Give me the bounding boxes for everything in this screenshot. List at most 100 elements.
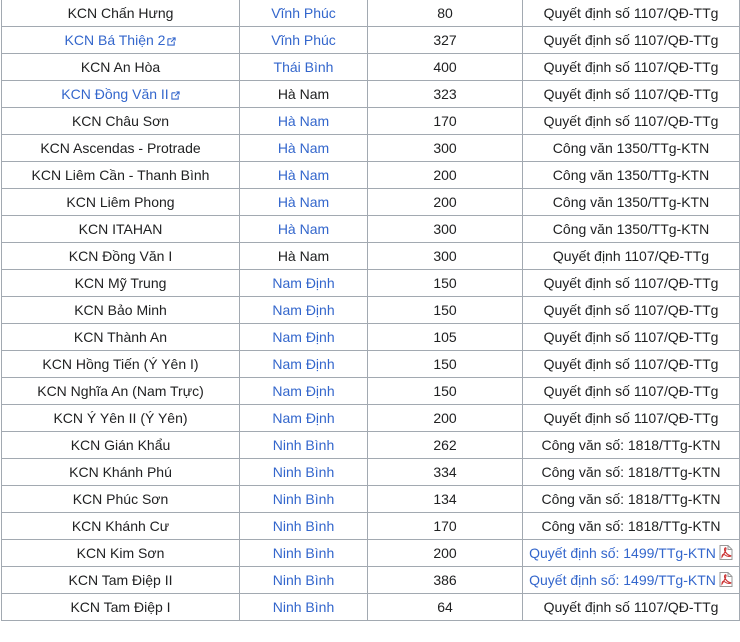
province-link[interactable]: Ninh Bình [273,599,334,615]
decision-text: Công văn 1350/TTg-KTN [552,167,710,183]
zone-name-cell: KCN Khánh Cư [1,512,240,540]
zone-name: KCN Gián Khẩu [70,437,171,453]
province-link[interactable]: Vĩnh Phúc [271,32,336,48]
zone-name-cell: KCN Chấn Hưng [1,0,240,27]
province-cell[interactable]: Thái Bình [239,53,368,81]
zone-name: KCN ITAHAN [78,221,163,237]
province-cell[interactable]: Ninh Bình [239,512,368,540]
table-row: KCN Phúc Sơn Ninh Bình 134 Công văn số: 181… [1,485,740,513]
decision-cell: Công văn 1350/TTg-KTN [522,134,740,162]
province-cell[interactable]: Nam Định [239,350,368,378]
zone-name-cell: KCN Phúc Sơn [1,485,240,513]
province-link[interactable]: Nam Định [272,275,334,291]
area-cell: 170 [367,107,523,135]
table-row: KCN Thành An Nam Định 105 Quyết định số 110… [1,323,740,351]
zone-name-cell: KCN Nghĩa An (Nam Trực) [1,377,240,405]
province-link[interactable]: Hà Nam [278,221,329,237]
external-link-icon [171,91,180,100]
zone-name-cell: KCN Ascendas - Protrade [1,134,240,162]
province-cell[interactable]: Nam Định [239,269,368,297]
province-link[interactable]: Nam Định [272,356,334,372]
province-cell[interactable]: Nam Định [239,323,368,351]
province-cell[interactable]: Vĩnh Phúc [239,0,368,27]
decision-cell: Quyết định số 1107/QĐ-TTg [522,107,740,135]
table-row: KCN Tam Điệp I Ninh Bình 64 Quyết định số 1… [1,593,740,621]
province-cell[interactable]: Vĩnh Phúc [239,26,368,54]
province-cell[interactable]: Hà Nam [239,188,368,216]
province-link[interactable]: Vĩnh Phúc [271,5,336,21]
area-cell: 300 [367,215,523,243]
area-value: 105 [433,329,457,345]
area-value: 200 [433,194,457,210]
area-cell: 150 [367,377,523,405]
decision-cell: Quyết định số 1107/QĐ-TTg [522,404,740,432]
province-cell[interactable]: Ninh Bình [239,593,368,621]
decision-link[interactable]: Quyết định số: 1499/TTg-KTN [529,545,716,561]
zone-name: KCN Ascendas - Protrade [40,140,201,156]
province-cell[interactable]: Ninh Bình [239,566,368,594]
province-link[interactable]: Ninh Bình [273,572,334,588]
decision-cell: Quyết định số 1107/QĐ-TTg [522,593,740,621]
area-value: 300 [433,221,457,237]
table-row: KCN Đồng Văn I Hà Nam 300 Quyết định 1107/Q… [1,242,740,270]
zone-name: KCN Nghĩa An (Nam Trực) [37,383,204,399]
decision-text: Công văn 1350/TTg-KTN [552,221,710,237]
zone-name-cell[interactable]: KCN Đồng Văn II [1,80,240,108]
province-link[interactable]: Nam Định [272,383,334,399]
decision-cell: Quyết định số 1107/QĐ-TTg [522,0,740,27]
decision-text: Quyết định số 1107/QĐ-TTg [543,5,719,21]
area-cell: 80 [367,0,523,27]
decision-text: Quyết định số 1107/QĐ-TTg [543,32,719,48]
table-row: KCN Liêm Phong Hà Nam 200 Công văn 1350/TTg… [1,188,740,216]
province-link[interactable]: Nam Định [272,410,334,426]
zone-name-link[interactable]: KCN Đồng Văn II [61,86,168,102]
area-value: 200 [433,545,457,561]
decision-text: Quyết định số 1107/QĐ-TTg [543,410,719,426]
area-cell: 105 [367,323,523,351]
province-link[interactable]: Ninh Bình [273,545,334,561]
province-cell[interactable]: Hà Nam [239,107,368,135]
decision-cell: Công văn 1350/TTg-KTN [522,161,740,189]
zone-name-cell[interactable]: KCN Bá Thiện 2 [1,26,240,54]
province-cell[interactable]: Hà Nam [239,134,368,162]
province-link[interactable]: Hà Nam [278,194,329,210]
province-link[interactable]: Nam Định [272,329,334,345]
decision-cell[interactable]: Quyết định số: 1499/TTg-KTN [522,539,740,567]
zone-name-link[interactable]: KCN Bá Thiện 2 [65,32,166,48]
province-cell[interactable]: Ninh Bình [239,431,368,459]
area-cell: 134 [367,485,523,513]
area-value: 334 [433,464,457,480]
province-cell[interactable]: Ninh Bình [239,458,368,486]
area-cell: 323 [367,80,523,108]
province-link[interactable]: Thái Bình [274,59,334,75]
province-link[interactable]: Ninh Bình [273,491,334,507]
province-cell[interactable]: Nam Định [239,296,368,324]
table-row: KCN Hồng Tiến (Ý Yên I) Nam Định 150 Quyết … [1,350,740,378]
province-link[interactable]: Ninh Bình [273,518,334,534]
zone-name-cell: KCN An Hòa [1,53,240,81]
province-cell[interactable]: Ninh Bình [239,539,368,567]
decision-cell: Quyết định số 1107/QĐ-TTg [522,350,740,378]
zone-name: KCN Tam Điệp I [70,599,171,615]
province-cell[interactable]: Hà Nam [239,215,368,243]
decision-text: Công văn 1350/TTg-KTN [552,140,710,156]
province-link[interactable]: Hà Nam [278,140,329,156]
area-value: 400 [433,59,457,75]
decision-cell: Quyết định số 1107/QĐ-TTg [522,323,740,351]
area-value: 300 [433,140,457,156]
decision-text: Quyết định số 1107/QĐ-TTg [543,302,719,318]
province-link[interactable]: Hà Nam [278,167,329,183]
province-link[interactable]: Ninh Bình [273,464,334,480]
decision-cell[interactable]: Quyết định số: 1499/TTg-KTN [522,566,740,594]
province-link[interactable]: Ninh Bình [273,437,334,453]
province-cell[interactable]: Nam Định [239,404,368,432]
province-cell[interactable]: Ninh Bình [239,485,368,513]
area-value: 170 [433,113,457,129]
province-cell[interactable]: Hà Nam [239,161,368,189]
province-link[interactable]: Nam Định [272,302,334,318]
province-cell[interactable]: Nam Định [239,377,368,405]
decision-link[interactable]: Quyết định số: 1499/TTg-KTN [529,572,716,588]
province-link[interactable]: Hà Nam [278,113,329,129]
table-row: KCN Ý Yên II (Ý Yên) Nam Định 200 Quyết địn… [1,404,740,432]
table-row: KCN An Hòa Thái Bình 400 Quyết định số 1107… [1,53,740,81]
